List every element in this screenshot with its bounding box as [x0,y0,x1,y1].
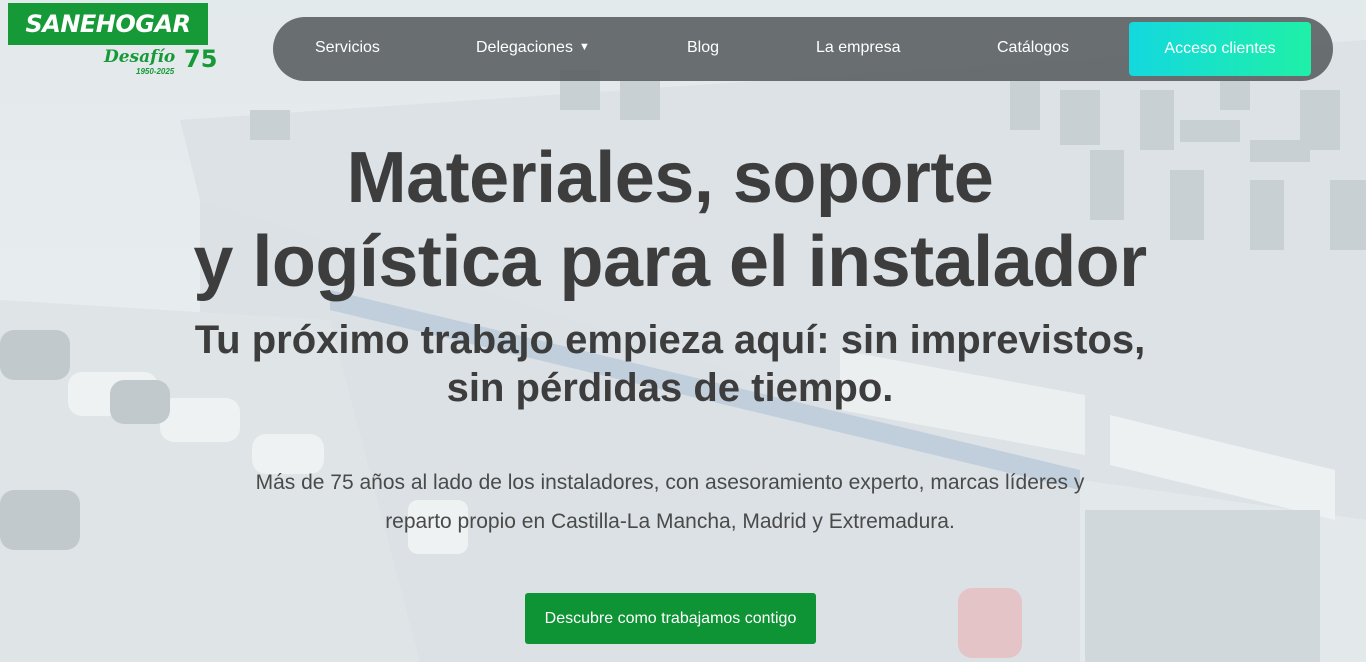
nav-item-label: Blog [687,39,720,56]
hero-description: Más de 75 años al lado de los instalador… [0,463,1340,541]
discover-button[interactable]: Descubre como trabajamos contigo [525,593,816,644]
nav-item-label: Delegaciones [476,39,573,56]
client-access-button[interactable]: Acceso clientes [1129,22,1311,76]
nav-item-catalogos[interactable]: Catálogos [997,39,1069,57]
hero-subtitle: Tu próximo trabajo empieza aquí: sin imp… [0,316,1340,412]
nav-item-servicios[interactable]: Servicios [315,39,380,57]
nav-item-delegaciones[interactable]: Delegaciones ▼ [476,39,590,57]
hero-title-line: Materiales, soporte [346,138,994,218]
hero-description-line: Más de 75 años al lado de los instalador… [255,471,1085,494]
hero-subtitle-line: sin pérdidas de tiempo. [446,366,894,410]
hero-title-line: y logística para el instalador [193,222,1147,302]
nav-item-label: Catálogos [997,39,1070,56]
hero-title: Materiales, soporte y logística para el … [0,136,1340,304]
nav-item-blog[interactable]: Blog [687,39,719,57]
main-navigation: Servicios Delegaciones ▼ Blog La empresa … [273,17,1333,81]
logo-anniversary: 75 [184,45,218,73]
logo-tagline: Desafío [104,47,176,67]
chevron-down-icon: ▼ [578,41,590,53]
nav-item-la-empresa[interactable]: La empresa [816,39,901,57]
hero-description-line: reparto propio en Castilla-La Mancha, Ma… [385,510,955,533]
nav-item-label: Servicios [315,39,380,56]
nav-item-label: La empresa [816,39,901,56]
sanehogar-logo[interactable]: SANEHOGAR Desafío 75 1950-2025 [8,3,218,77]
logo-years: 1950-2025 [136,67,175,76]
logo-brand-text: SANEHOGAR [8,3,208,45]
hero-subtitle-line: Tu próximo trabajo empieza aquí: sin imp… [194,318,1146,362]
